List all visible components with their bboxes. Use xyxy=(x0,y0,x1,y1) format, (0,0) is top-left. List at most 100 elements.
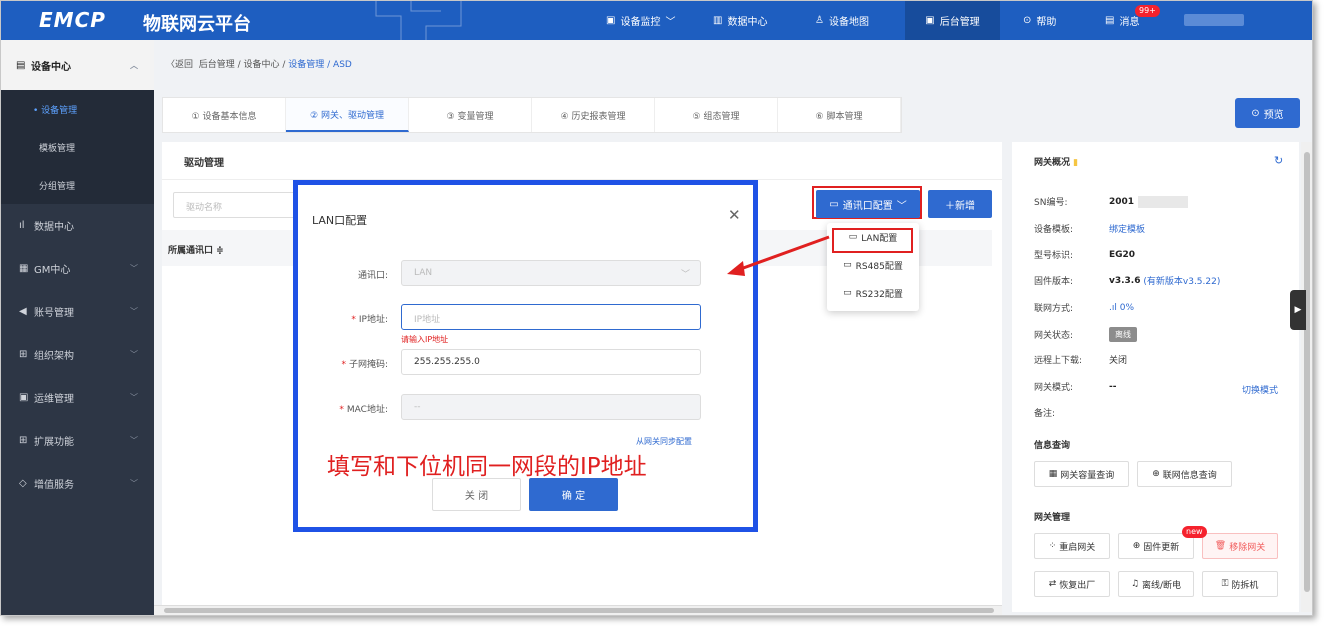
tab-scada[interactable]: ⑤ 组态管理 xyxy=(655,98,778,132)
app-window: EMCP 物联网云平台 ▣ 设备监控 ﹀ ▥ 数据中心 ♙ 设备地图 ▣ 后台管理 ⊙ 帮助… xyxy=(0,0,1313,616)
modal-confirm-button[interactable]: 确 定 xyxy=(529,478,618,511)
collapse-panel-toggle[interactable]: ▶ xyxy=(1290,290,1306,330)
sidebar-item-account[interactable]: ◀ 账号管理 ﹀ xyxy=(1,290,154,333)
tab-history-report[interactable]: ④ 历史报表管理 xyxy=(532,98,655,132)
nav-data-center[interactable]: ▥ 数据中心 xyxy=(703,1,777,40)
modal-title: LAN口配置 xyxy=(312,214,368,227)
chevron-down-icon: ﹀ xyxy=(665,17,676,28)
modal-cancel-button[interactable]: 关 闭 xyxy=(432,478,521,511)
message-icon: ▤ xyxy=(1105,15,1115,26)
bar-chart-icon: ıl xyxy=(19,220,25,231)
annotation-arrow xyxy=(727,235,830,276)
sidebar-item-group-management[interactable]: 分组管理 xyxy=(1,166,154,204)
gateway-overview-panel: 网关概况 ▮ ↻ SN编号: 2001 设备模板: 绑定模板 型号标识: EG20 固… xyxy=(1012,142,1299,612)
switch-mode-link[interactable]: 切换模式 xyxy=(1242,383,1278,396)
circuit-decoration xyxy=(375,1,462,40)
monitor-icon: ▣ xyxy=(606,15,616,26)
factory-reset-button[interactable]: ⇄ 恢复出厂 xyxy=(1034,571,1110,597)
sidebar-item-ops[interactable]: ▣ 运维管理 ﹀ xyxy=(1,376,154,419)
remove-gateway-button[interactable]: 🗑 移除网关 xyxy=(1202,533,1278,559)
chevron-down-icon: ﹀ xyxy=(130,350,138,359)
sidebar-item-template-management[interactable]: 模板管理 xyxy=(1,128,154,166)
chevron-down-icon: ﹀ xyxy=(130,264,138,273)
preview-button[interactable]: ⊙ 预览 xyxy=(1235,98,1300,128)
highlight-box xyxy=(832,228,913,253)
network-info-button[interactable]: ⊕ 联网信息查询 xyxy=(1137,461,1232,487)
ip-error-text: 请输入IP地址 xyxy=(401,335,449,344)
row-firmware: 固件版本: v3.3.6 (有新版本v3.5.22) xyxy=(1034,274,1221,288)
add-driver-button[interactable]: ＋新增 xyxy=(928,190,992,218)
row-template: 设备模板: 绑定模板 xyxy=(1034,222,1145,235)
nav-help[interactable]: ⊙ 帮助 xyxy=(1013,1,1066,40)
table-icon: ▦ xyxy=(1048,469,1058,479)
sidebar-item-value-added[interactable]: ◇ 增值服务 ﹀ xyxy=(1,462,154,505)
sidebar-item-device-management[interactable]: • 设备管理 xyxy=(1,90,154,128)
comm-port-config-button[interactable]: ▭ 通讯口配置 ﹀ xyxy=(816,190,920,218)
row-model: 型号标识: EG20 xyxy=(1034,249,1136,262)
grid-icon: ⊞ xyxy=(19,435,28,446)
reset-icon: ⇄ xyxy=(1048,579,1057,589)
capacity-query-button[interactable]: ▦ 网关容量查询 xyxy=(1034,461,1129,487)
column-header-port[interactable]: 所属通讯口 ≑ xyxy=(168,246,224,256)
chevron-up-icon: ︿ xyxy=(130,60,138,70)
back-link[interactable]: 〈返回 xyxy=(166,60,193,70)
help-icon: ⊙ xyxy=(1023,15,1032,26)
tab-bar: ① 设备基本信息 ② 网关、驱动管理 ③ 变量管理 ④ 历史报表管理 ⑤ 组态管… xyxy=(162,97,902,133)
new-version-link[interactable]: (有新版本v3.5.22) xyxy=(1143,274,1220,287)
chevron-down-icon: ﹀ xyxy=(130,436,138,445)
admin-icon: ▣ xyxy=(925,15,935,26)
field-label-mask: * 子网掩码: xyxy=(341,360,388,370)
sync-from-gateway-link[interactable]: 从网关同步配置 xyxy=(636,436,692,447)
tab-gateway-driver[interactable]: ② 网关、驱动管理 xyxy=(286,98,409,132)
chevron-down-icon: ﹀ xyxy=(680,270,690,280)
nav-device-map[interactable]: ♙ 设备地图 xyxy=(805,1,879,40)
restart-gateway-button[interactable]: ⁘ 重启网关 xyxy=(1034,533,1110,559)
refresh-icon[interactable]: ↻ xyxy=(1274,154,1283,167)
driver-search-input[interactable]: 驱动名称 xyxy=(173,192,303,218)
sidebar-item-extensions[interactable]: ⊞ 扩展功能 ﹀ xyxy=(1,419,154,462)
map-pin-icon: ♙ xyxy=(815,15,824,26)
sidebar-item-data-center[interactable]: ıl 数据中心 xyxy=(1,204,154,247)
logo: EMCP xyxy=(39,8,106,32)
nav-device-monitor[interactable]: ▣ 设备监控 ﹀ xyxy=(596,1,685,40)
globe-icon: ⊕ xyxy=(1152,469,1160,479)
sidebar-item-device-center[interactable]: ▤ 设备中心 ︿ xyxy=(1,40,154,90)
anti-tamper-button[interactable]: ⚿ 防拆机 xyxy=(1202,571,1278,597)
tab-variables[interactable]: ③ 变量管理 xyxy=(409,98,532,132)
row-mode: 网关模式: -- xyxy=(1034,381,1117,394)
new-badge: new xyxy=(1182,526,1207,538)
status-badge: 离线 xyxy=(1109,327,1137,342)
offline-power-button[interactable]: ♫ 离线/断电 xyxy=(1118,571,1194,597)
sidebar-item-gm-center[interactable]: ▦ GM中心 ﹀ xyxy=(1,247,154,290)
field-label-mac: * MAC地址: xyxy=(339,405,388,415)
tab-scripts[interactable]: ⑥ 脚本管理 xyxy=(778,98,901,132)
field-label-ip: * IP地址: xyxy=(351,315,388,325)
mac-address-input: -- xyxy=(401,394,701,420)
gm-icon: ▦ xyxy=(19,263,29,274)
ip-address-input[interactable]: IP地址 xyxy=(401,304,701,330)
chevron-down-icon: ﹀ xyxy=(130,479,138,488)
bind-template-link[interactable]: 绑定模板 xyxy=(1109,222,1145,235)
row-sn: SN编号: 2001 xyxy=(1034,195,1189,208)
close-icon[interactable]: ✕ xyxy=(728,206,741,224)
breadcrumb-current[interactable]: 设备管理 xyxy=(288,60,324,70)
subnet-mask-input[interactable]: 255.255.255.0 xyxy=(401,349,701,375)
scrollbar-thumb[interactable] xyxy=(1304,152,1310,592)
user-icon: ◀ xyxy=(19,306,27,317)
tab-basic-info[interactable]: ① 设备基本信息 xyxy=(163,98,286,132)
platform-name: 物联网云平台 xyxy=(143,14,251,35)
breadcrumb-path: 后台管理 / 设备中心 / xyxy=(198,60,289,70)
vertical-scrollbar[interactable] xyxy=(1301,142,1312,612)
message-badge: 99+ xyxy=(1135,5,1160,17)
sidebar-item-org[interactable]: ⊞ 组织架构 ﹀ xyxy=(1,333,154,376)
scrollbar-thumb[interactable] xyxy=(164,608,994,613)
field-label-port: 通讯口: xyxy=(357,271,388,281)
device-icon: ▤ xyxy=(16,59,26,71)
horizontal-scrollbar[interactable] xyxy=(154,605,1002,615)
annotation-text: 填写和下位机同一网段的IP地址 xyxy=(327,454,647,480)
user-name-bar[interactable] xyxy=(1184,14,1244,26)
play-icon: ▶ xyxy=(1294,305,1302,315)
nav-admin[interactable]: ▣ 后台管理 xyxy=(905,1,1000,40)
firmware-update-button[interactable]: ⊕ 固件更新 xyxy=(1118,533,1194,559)
menu-item-rs232[interactable]: ▭ RS232配置 xyxy=(827,279,919,307)
